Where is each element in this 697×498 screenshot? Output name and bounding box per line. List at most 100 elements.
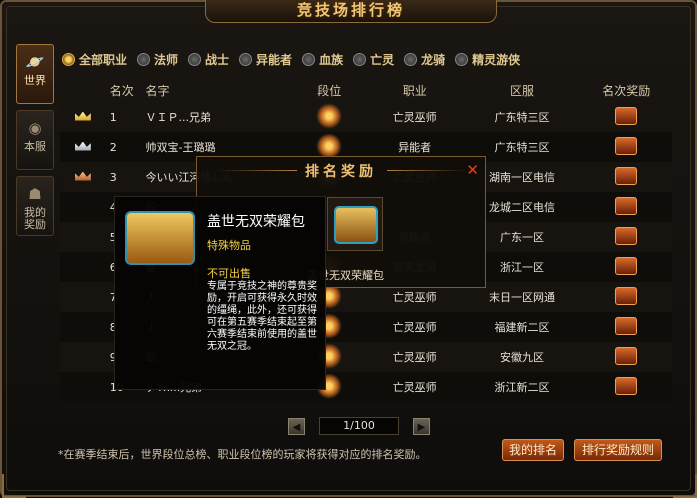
tab-server[interactable]: ◉ 本服 <box>16 110 54 170</box>
treasure-chest-icon[interactable] <box>615 286 638 305</box>
rank-badge-cell <box>60 111 106 124</box>
area-cell: 浙江新二区 <box>494 381 550 394</box>
area-cell: 末日一区网通 <box>488 291 555 304</box>
treasure-chest-icon[interactable] <box>615 106 638 125</box>
area-cell: 广东特三区 <box>494 141 550 154</box>
reward-cell <box>581 286 672 308</box>
table-row[interactable]: 1 ＶＩＰ...兄弟 亡灵巫师 广东特三区 <box>60 102 672 132</box>
filter-label: 战士 <box>205 52 230 67</box>
rank-badge-cell <box>60 171 106 184</box>
area-cell: 福建新二区 <box>494 321 550 334</box>
segment-emblem-icon <box>319 105 340 126</box>
rank-cell: 2 <box>109 140 117 154</box>
reward-cell <box>581 316 672 338</box>
treasure-chest-icon[interactable] <box>615 316 638 335</box>
name-cell: ＶＩＰ...兄弟 <box>145 111 211 124</box>
job-cell: 异能者 <box>398 141 432 154</box>
filter-label: 异能者 <box>256 52 293 67</box>
filter-undead[interactable]: 亡灵 <box>353 51 394 68</box>
treasure-chest-icon[interactable] <box>615 196 638 215</box>
tooltip-description: 专属于竞技之神的尊贵奖励，开启可获得永久时效的缰绳，此外，还可获得可在第五赛季结… <box>207 281 317 352</box>
header-reward: 名次奖励 <box>602 84 651 98</box>
filter-label: 全部职业 <box>79 52 128 67</box>
filter-mage[interactable]: 法师 <box>137 51 178 68</box>
area-cell: 广东特三区 <box>494 111 550 124</box>
next-page-button[interactable]: ▶ <box>413 417 430 435</box>
job-cell: 亡灵巫师 <box>392 291 437 304</box>
rank-crown-icon <box>74 171 91 181</box>
filter-vampire[interactable]: 血族 <box>302 51 343 68</box>
radio-icon <box>302 52 316 66</box>
filter-elf-ranger[interactable]: 精灵游侠 <box>455 51 520 68</box>
header-spacer <box>60 80 106 102</box>
filter-dragon-knight[interactable]: 龙骑 <box>404 51 445 68</box>
radio-selected-icon <box>62 52 75 66</box>
corner-ornament-bl <box>2 474 26 498</box>
pagination: ◀ 1/100 ▶ <box>288 416 430 436</box>
tab-world[interactable]: 🪐 世界 <box>16 44 54 104</box>
tooltip-category: 特殊物品 <box>207 239 251 252</box>
filter-label: 法师 <box>154 52 179 67</box>
treasure-chest-icon[interactable] <box>615 226 638 245</box>
radio-icon <box>353 52 367 66</box>
tab-my-rewards-label: 我的奖励 <box>24 206 46 231</box>
table-header: 名次 名字 段位 职业 区服 名次奖励 <box>60 80 672 102</box>
filter-psychic[interactable]: 异能者 <box>239 51 292 68</box>
tab-world-label: 世界 <box>24 74 46 87</box>
header-job: 职业 <box>402 84 427 98</box>
treasure-chest-icon[interactable] <box>615 166 638 185</box>
radio-icon <box>188 52 202 66</box>
footer-note: *在赛季结束后，世界段位总榜、职业段位榜的玩家将获得对应的排名奖励。 <box>58 448 427 461</box>
side-tabs: 🪐 世界 ◉ 本服 ☗ 我的奖励 <box>16 44 54 242</box>
filter-all-classes[interactable]: 全部职业 <box>62 51 127 68</box>
treasure-chest-icon[interactable] <box>615 136 638 155</box>
job-cell: 亡灵巫师 <box>392 381 437 394</box>
rank-badge-cell <box>60 141 106 154</box>
reward-cell <box>581 136 672 158</box>
prev-page-button[interactable]: ◀ <box>288 417 305 435</box>
treasure-chest-icon[interactable] <box>615 346 638 365</box>
location-pin-icon: ◉ <box>28 119 42 137</box>
header-name: 名字 <box>145 84 170 98</box>
reward-cell <box>581 106 672 128</box>
treasure-chest-icon <box>125 211 195 265</box>
job-cell: 亡灵巫师 <box>392 111 437 124</box>
header-area: 区服 <box>509 84 534 98</box>
radio-icon <box>455 52 469 66</box>
class-filter-bar: 全部职业 法师 战士 异能者 血族 亡灵 龙骑 精灵游侠 <box>62 49 530 69</box>
treasure-chest-icon[interactable] <box>615 256 638 275</box>
reward-rules-button[interactable]: 排行奖励规则 <box>574 439 662 461</box>
planet-icon: 🪐 <box>25 53 45 71</box>
reward-cell <box>581 226 672 248</box>
treasure-chest-icon[interactable] <box>615 376 638 395</box>
filter-label: 亡灵 <box>370 52 395 67</box>
segment-emblem-icon <box>319 135 340 156</box>
page-indicator: 1/100 <box>319 417 399 435</box>
rank-cell: 3 <box>109 170 117 184</box>
rank-crown-icon <box>74 141 91 151</box>
filter-label: 血族 <box>319 52 344 67</box>
rank-crown-icon <box>74 111 91 121</box>
name-cell: 帅双宝-王璐璐 <box>145 141 216 154</box>
job-cell: 亡灵巫师 <box>392 321 437 334</box>
tooltip-sell-flag: 不可出售 <box>207 267 251 280</box>
reward-cell <box>581 196 672 218</box>
close-icon[interactable]: ✕ <box>466 161 479 179</box>
reward-cell <box>581 256 672 278</box>
title-bar: 竞技场排行榜 <box>205 0 497 23</box>
tab-my-rewards[interactable]: ☗ 我的奖励 <box>16 176 54 236</box>
filter-label: 精灵游侠 <box>472 52 521 67</box>
reward-item-slot[interactable] <box>327 197 383 251</box>
filter-warrior[interactable]: 战士 <box>188 51 229 68</box>
window-title: 竞技场排行榜 <box>296 1 405 19</box>
area-cell: 安徽九区 <box>499 351 544 364</box>
item-tooltip: 盖世无双荣耀包 特殊物品 不可出售 专属于竞技之神的尊贵奖励，开启可获得永久时效… <box>114 196 326 390</box>
my-rank-button[interactable]: 我的排名 <box>502 439 564 461</box>
radio-icon <box>137 52 151 66</box>
filter-label: 龙骑 <box>421 52 446 67</box>
header-segment: 段位 <box>317 84 342 98</box>
popup-title: 排名奖励 <box>305 164 377 180</box>
job-cell: 亡灵巫师 <box>392 351 437 364</box>
tooltip-item-name: 盖世无双荣耀包 <box>207 214 305 230</box>
header-rank: 名次 <box>109 84 134 98</box>
